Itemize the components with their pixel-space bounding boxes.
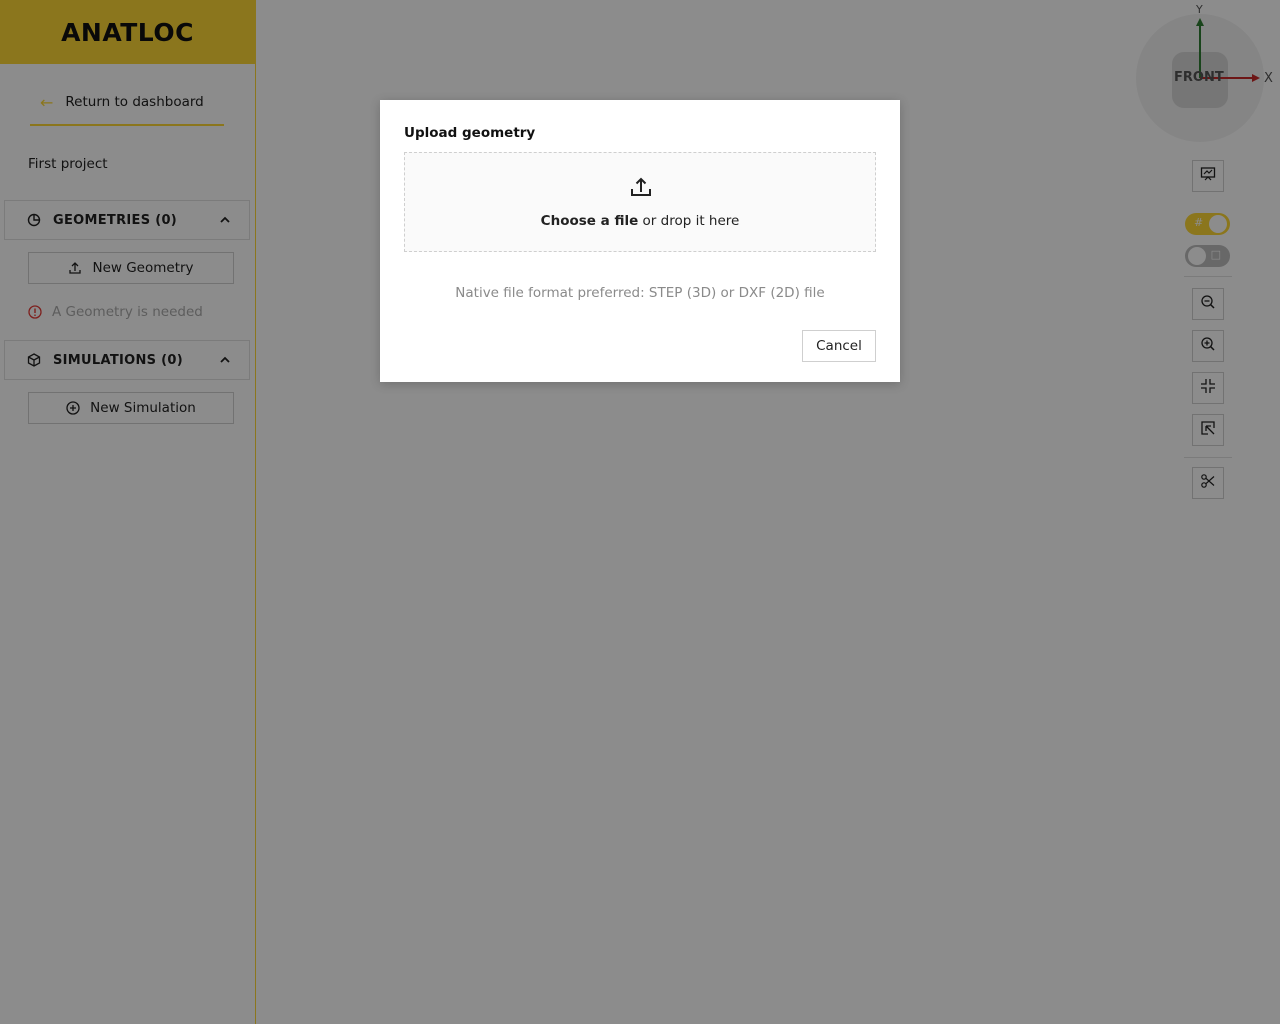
upload-icon [629, 175, 653, 199]
dialog-title: Upload geometry [404, 125, 536, 141]
file-dropzone[interactable]: Choose a file or drop it here [404, 152, 876, 252]
cancel-button[interactable]: Cancel [802, 330, 876, 362]
dropzone-text: Choose a file or drop it here [405, 213, 875, 229]
choose-file-link[interactable]: Choose a file [541, 213, 639, 229]
upload-geometry-dialog: Upload geometry Choose a file or drop it… [380, 100, 900, 382]
drop-here-text: or drop it here [638, 213, 740, 229]
file-format-hint: Native file format preferred: STEP (3D) … [455, 285, 825, 301]
